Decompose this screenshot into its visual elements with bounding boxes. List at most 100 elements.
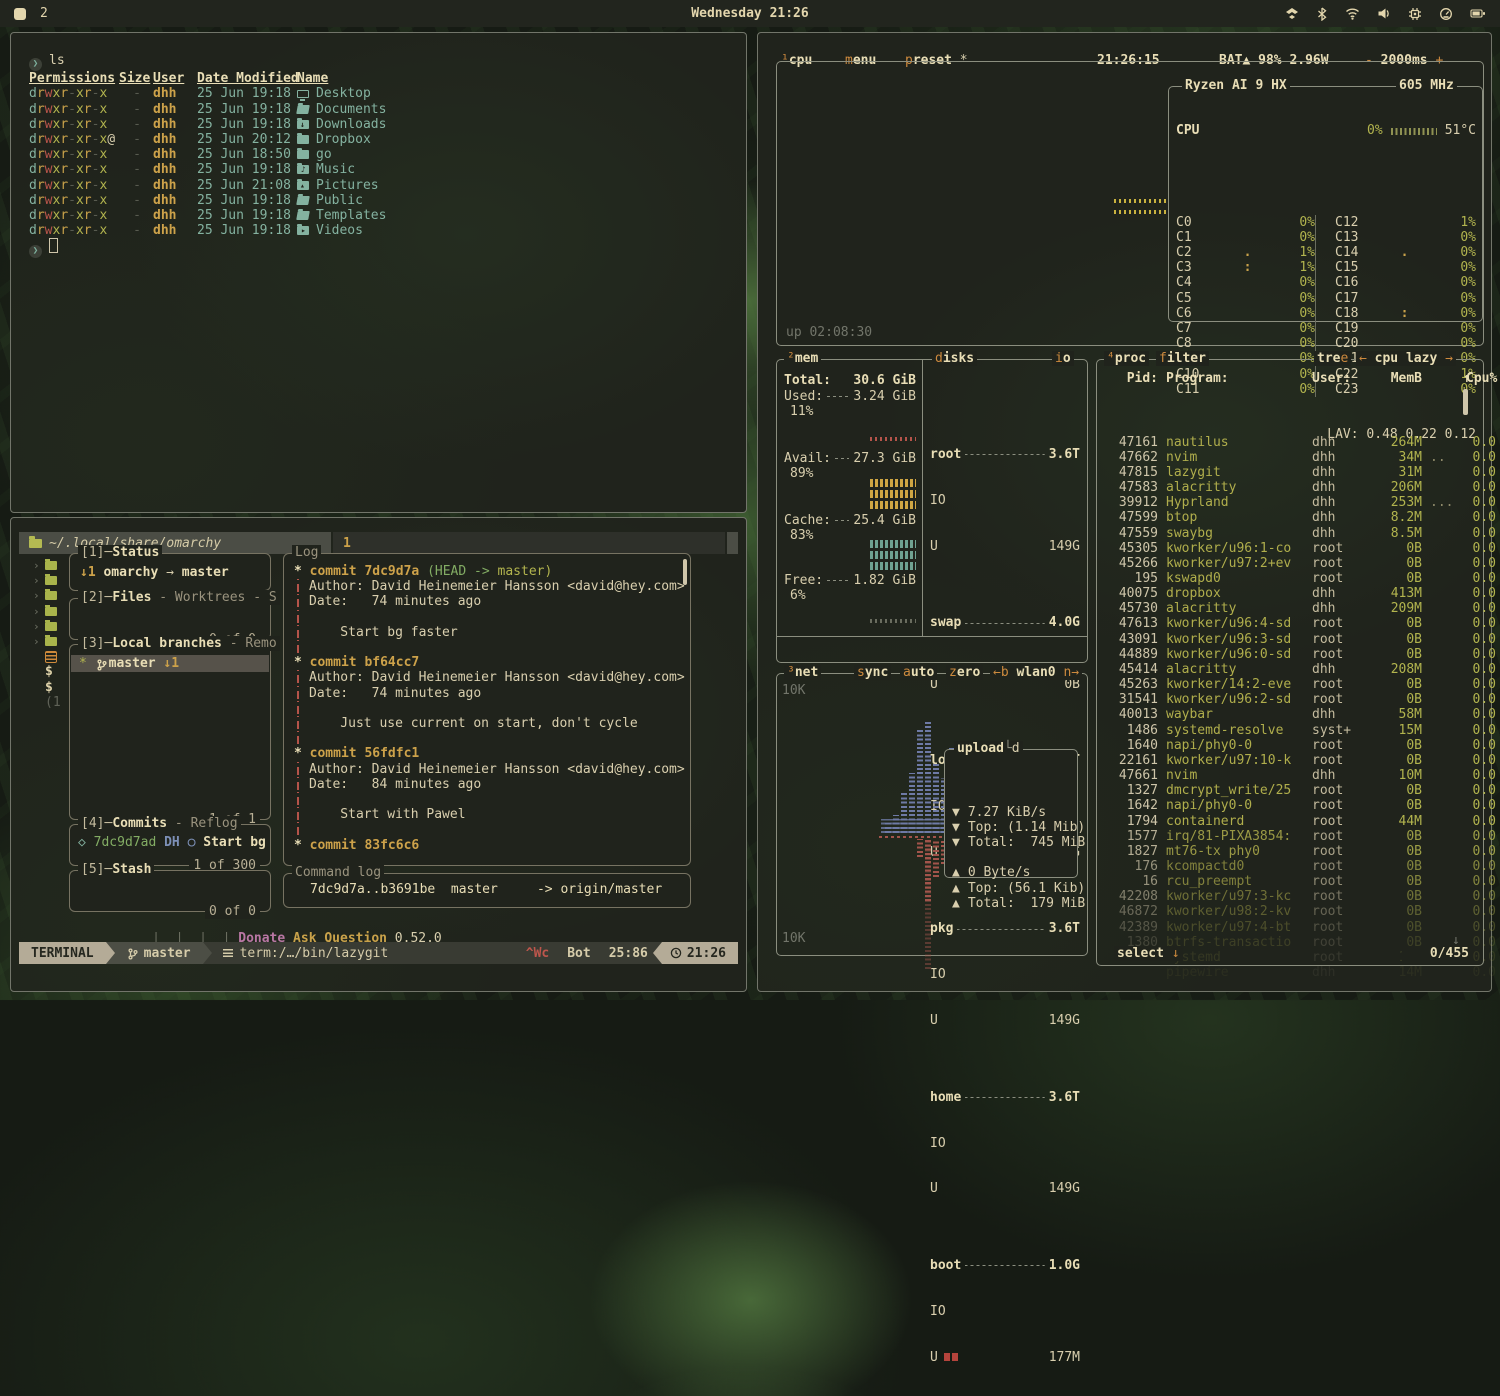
prompt-icon: ❯ [29, 58, 42, 71]
log-scrollbar[interactable] [683, 559, 687, 585]
prompt-icon: ❯ [29, 245, 42, 258]
process-row[interactable]: 45305 kworker/u96:1-co root 0B 0.0 [1104, 541, 1456, 556]
panel-commits[interactable]: [4]─Commits - Reflog ◇ 7dc9d7ad DH ○ Sta… [69, 824, 271, 866]
panel-files[interactable]: [2]─Files - Worktrees - S 0 of 0 [69, 598, 271, 640]
tree-item[interactable]: › [11, 558, 67, 573]
panel-commits-title: [4]─Commits - Reflog [78, 816, 241, 831]
process-row[interactable]: 47815 lazygit dhh 31M 0.0 [1104, 465, 1456, 480]
tree-item[interactable]: › [11, 588, 67, 603]
panel-stash[interactable]: [5]─Stash 0 of 0 [69, 870, 271, 912]
process-row[interactable]: 45414 alacritty dhh 208M 0.0 [1104, 662, 1456, 677]
tree-item[interactable]: › [11, 649, 67, 664]
process-row[interactable]: 1640 napi/phy0-0 root 0B 0.0 [1104, 738, 1456, 753]
chevron-right-icon: › [33, 559, 40, 572]
tree-item[interactable]: › [11, 619, 67, 634]
process-row[interactable]: 45266 kworker/u97:2+ev root 0B 0.0 [1104, 556, 1456, 571]
cpu-chip-icon[interactable] [1408, 7, 1422, 21]
mem-title[interactable]: ²mem [784, 351, 821, 366]
commit-entry[interactable]: * commit 56fdfc1 Author: David Heinemeie… [294, 746, 690, 837]
commit-entry[interactable]: * commit bf64cc7 Author: David Heinemeie… [294, 655, 690, 746]
net-interface-switcher[interactable]: ←b wlan0 n→ [990, 665, 1082, 680]
file-row: drwxr-xr-x - dhh 25 Jun 19:18 Downloads [29, 117, 746, 132]
process-row[interactable]: 47613 kworker/u96:4-sd root 0B 0.0 [1104, 616, 1456, 631]
process-row[interactable]: 43091 kworker/u96:3-sd root 0B 0.0 [1104, 632, 1456, 647]
process-row[interactable]: 22161 kworker/u97:10-k root 0B 0.0 [1104, 753, 1456, 768]
tree-item[interactable]: › $ [11, 664, 67, 679]
prompt-line-empty[interactable]: ❯ [29, 238, 746, 258]
process-row[interactable]: 39912 Hyprland dhh 253M ... 0.0 [1104, 495, 1456, 510]
core-row: C40% C160% [1176, 275, 1476, 290]
wifi-icon[interactable] [1345, 7, 1360, 20]
volume-icon[interactable] [1377, 7, 1391, 20]
col-user: User [153, 71, 197, 86]
panel-status[interactable]: [1]─Status ↓1 omarchy → master [69, 553, 271, 591]
process-row[interactable]: 1642 napi/phy0-0 root 0B 0.0 [1104, 798, 1456, 813]
system-tray [1285, 7, 1486, 21]
panel-branches[interactable]: [3]─Local branches - Remo * master ↓1 1 … [69, 644, 271, 820]
net-auto-toggle[interactable]: auto [900, 665, 937, 680]
process-row[interactable]: 47599 btop dhh 8.2M 0.0 [1104, 510, 1456, 525]
disks-io-toggle[interactable]: io [1052, 351, 1074, 366]
tree-item-label: (1 [45, 695, 61, 710]
proc-header-row[interactable]: Pid: Program: User: MemB Cpu% [1104, 371, 1456, 386]
tree-item-label: $ [45, 664, 53, 679]
gauge-icon[interactable] [1439, 7, 1453, 21]
process-row[interactable]: 31541 kworker/u96:2-sd root 0B 0.0 [1104, 692, 1456, 707]
net-zero-toggle[interactable]: zero [946, 665, 983, 680]
process-row[interactable]: 45730 alacritty dhh 209M 0.0 [1104, 601, 1456, 616]
process-row[interactable]: 47559 swaybg dhh 8.5M 0.0 [1104, 526, 1456, 541]
tree-item[interactable]: › (1 [11, 695, 67, 710]
process-row[interactable]: 1577 irq/81-PIXA3854: root 0B 0.0 [1104, 829, 1456, 844]
bluetooth-icon[interactable] [1316, 7, 1328, 21]
battery-icon[interactable] [1470, 7, 1486, 20]
process-row[interactable]: 45263 kworker/14:2-eve root 0B 0.0 [1104, 677, 1456, 692]
file-type-icon [296, 211, 310, 220]
permissions: drwxr-xr-x [29, 223, 119, 238]
process-row[interactable]: 47583 alacritty dhh 206M 0.0 [1104, 480, 1456, 495]
disks-title[interactable]: disks [932, 351, 977, 366]
commit-entry-last[interactable]: * commit 83fc6c6 [284, 838, 690, 853]
buffer-tab[interactable]: 1 [333, 532, 725, 554]
process-row[interactable]: 47661 nvim dhh 10M 0.0 [1104, 768, 1456, 783]
commit-entry[interactable]: * commit 7dc9d7a (HEAD -> master) Author… [294, 564, 690, 655]
chevron-right-icon: › [33, 589, 40, 602]
col-date: Date Modified [197, 71, 297, 86]
tree-item[interactable]: › [11, 634, 67, 649]
process-row[interactable]: 1327 dmcrypt_write/25 root 0B 0.0 [1104, 783, 1456, 798]
process-row[interactable]: 1794 containerd root 44M 0.0 [1104, 814, 1456, 829]
file-date: 25 Jun 20:12 [197, 132, 297, 147]
process-row[interactable]: 42208 kworker/u97:3-kc root 0B 0.0 [1104, 889, 1456, 904]
process-row[interactable]: 44889 kworker/u96:0-sd root 0B 0.0 [1104, 647, 1456, 662]
process-row[interactable]: 47662 nvim dhh 34M .. 0.0 [1104, 450, 1456, 465]
tree-item[interactable]: › $ [11, 680, 67, 695]
process-row[interactable]: 176 kcompactd0 root 0B 0.0 [1104, 859, 1456, 874]
process-row[interactable]: 1486 systemd-resolve syst+ 15M 0.0 [1104, 723, 1456, 738]
sort-arrow[interactable]: ↑ [1463, 371, 1471, 386]
file-type-icon [296, 105, 310, 114]
proc-tree-toggle[interactable]: tree [1314, 351, 1351, 366]
process-row[interactable]: 195 kswapd0 root 0B 0.0 [1104, 571, 1456, 586]
proc-sort-selector[interactable]: ← cpu lazy → [1356, 351, 1456, 366]
proc-scrollbar[interactable] [1463, 389, 1468, 415]
net-title[interactable]: ³net [784, 665, 821, 680]
process-row[interactable]: 16 rcu_preempt root 0B 0.0 [1104, 874, 1456, 889]
proc-filter-button[interactable]: filter [1156, 351, 1209, 366]
panel-log[interactable]: Log * commit 7dc9d7a (HEAD -> master) Au… [283, 553, 691, 866]
file-row: drwxr-xr-x - dhh 25 Jun 19:18 Public [29, 193, 746, 208]
net-sync-toggle[interactable]: sync [854, 665, 891, 680]
file-type-icon [296, 196, 310, 205]
proc-select-hint[interactable]: select ↓ [1114, 946, 1183, 961]
tree-item[interactable]: › [11, 573, 67, 588]
proc-title[interactable]: ⁴proc [1104, 351, 1149, 366]
process-row[interactable]: pipewire dhh 14M 0.0 [1104, 965, 1456, 980]
process-row[interactable]: 46872 kworker/u98:2-kv root 0B 0.0 [1104, 904, 1456, 919]
process-row[interactable]: 40013 waybar dhh 58M 0.0 [1104, 707, 1456, 722]
process-row[interactable]: 47161 nautilus dhh 264M 0.0 [1104, 435, 1456, 450]
dropbox-icon[interactable] [1285, 7, 1299, 21]
tree-item[interactable]: › [11, 604, 67, 619]
file-type-icon [297, 226, 309, 235]
process-row[interactable]: 1827 mt76-tx phy0 root 0B 0.0 [1104, 844, 1456, 859]
process-row[interactable]: 42389 kworker/u97:4-bt root 0B 0.0 [1104, 920, 1456, 935]
process-row[interactable]: 40075 dropbox dhh 413M 0.0 [1104, 586, 1456, 601]
branch-row-selected[interactable]: * master ↓1 [71, 655, 269, 672]
